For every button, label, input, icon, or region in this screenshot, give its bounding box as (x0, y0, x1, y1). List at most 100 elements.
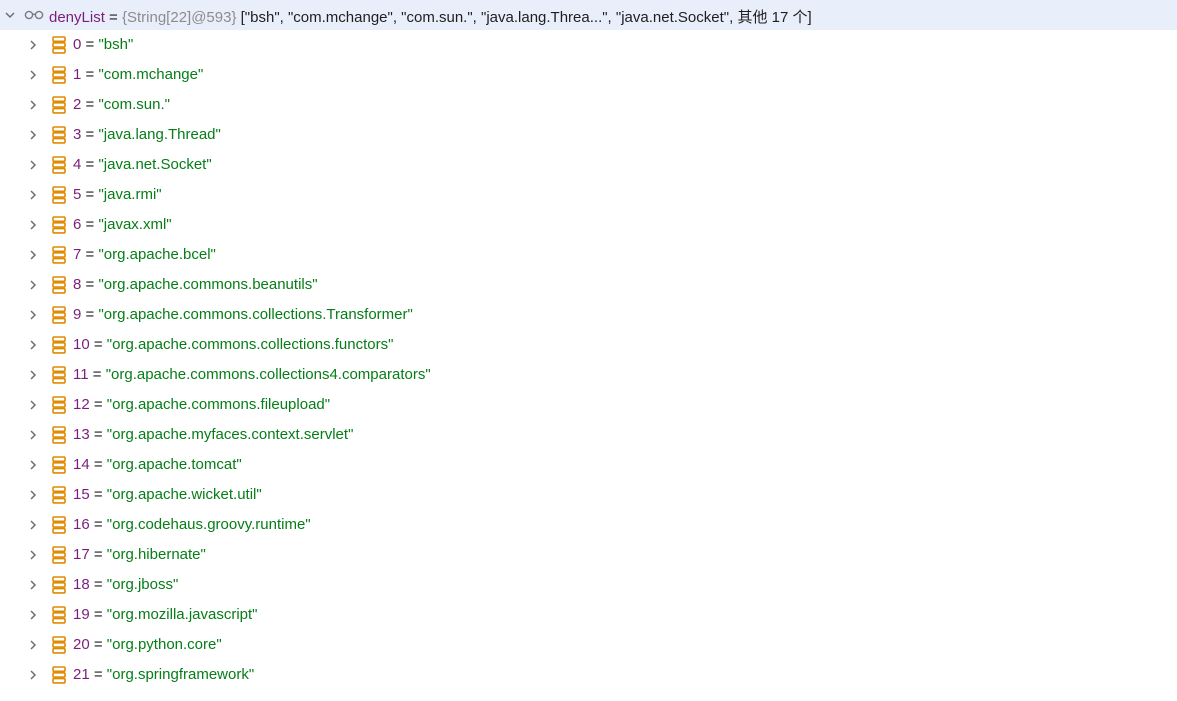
equals-sign: = (104, 9, 122, 26)
chevron-right-icon[interactable] (27, 609, 39, 621)
element-text: 18 = "org.jboss" (73, 576, 178, 593)
element-index: 21 (73, 666, 90, 683)
element-value: "org.python.core" (106, 636, 222, 653)
element-text: 21 = "org.springframework" (73, 666, 254, 683)
element-value: "org.apache.commons.collections4.compara… (105, 366, 431, 383)
chevron-right-icon[interactable] (27, 519, 39, 531)
element-value: "bsh" (98, 36, 134, 53)
element-index: 19 (73, 606, 90, 623)
element-value: "org.hibernate" (106, 546, 206, 563)
array-element-row[interactable]: 10 = "org.apache.commons.collections.fun… (0, 330, 1177, 360)
chevron-right-icon[interactable] (27, 309, 39, 321)
chevron-right-icon[interactable] (27, 459, 39, 471)
chevron-right-icon[interactable] (27, 399, 39, 411)
chevron-right-icon[interactable] (27, 219, 39, 231)
chevron-right-icon[interactable] (27, 39, 39, 51)
array-element-row[interactable]: 17 = "org.hibernate" (0, 540, 1177, 570)
element-text: 14 = "org.apache.tomcat" (73, 456, 242, 473)
equals-sign: = (89, 516, 107, 533)
chevron-right-icon[interactable] (27, 489, 39, 501)
value-summary: ["bsh", "com.mchange", "com.sun.", "java… (236, 9, 812, 26)
chevron-right-icon[interactable] (27, 279, 39, 291)
array-element-row[interactable]: 2 = "com.sun." (0, 90, 1177, 120)
array-element-row[interactable]: 3 = "java.lang.Thread" (0, 120, 1177, 150)
equals-sign: = (89, 486, 107, 503)
element-value: "java.lang.Thread" (98, 126, 221, 143)
chevron-right-icon[interactable] (27, 249, 39, 261)
element-index: 14 (73, 456, 90, 473)
chevron-right-icon[interactable] (27, 429, 39, 441)
element-value: "org.apache.commons.collections.functors… (106, 336, 394, 353)
element-value: "com.sun." (98, 96, 170, 113)
array-element-row[interactable]: 6 = "javax.xml" (0, 210, 1177, 240)
chevron-right-icon[interactable] (27, 189, 39, 201)
array-element-row[interactable]: 20 = "org.python.core" (0, 630, 1177, 660)
element-index: 18 (73, 576, 90, 593)
element-text: 8 = "org.apache.commons.beanutils" (73, 276, 318, 293)
array-element-row[interactable]: 15 = "org.apache.wicket.util" (0, 480, 1177, 510)
chevron-right-icon[interactable] (27, 669, 39, 681)
array-element-row[interactable]: 0 = "bsh" (0, 30, 1177, 60)
array-element-row[interactable]: 7 = "org.apache.bcel" (0, 240, 1177, 270)
variable-row-denylist[interactable]: denyList = {String[22]@593} ["bsh", "com… (0, 0, 1177, 30)
array-element-icon (52, 126, 66, 144)
array-element-icon (52, 246, 66, 264)
element-value: "org.apache.commons.fileupload" (106, 396, 331, 413)
type-reference: {String[22]@593} (121, 9, 237, 26)
chevron-right-icon[interactable] (27, 159, 39, 171)
element-index: 13 (73, 426, 90, 443)
element-index: 12 (73, 396, 90, 413)
array-element-icon (52, 66, 66, 84)
element-text: 20 = "org.python.core" (73, 636, 222, 653)
array-element-row[interactable]: 13 = "org.apache.myfaces.context.servlet… (0, 420, 1177, 450)
array-element-icon (52, 456, 66, 474)
equals-sign: = (89, 456, 107, 473)
chevron-right-icon[interactable] (27, 639, 39, 651)
equals-sign: = (81, 156, 99, 173)
equals-sign: = (81, 126, 99, 143)
array-element-row[interactable]: 5 = "java.rmi" (0, 180, 1177, 210)
equals-sign: = (89, 546, 107, 563)
array-element-icon (52, 276, 66, 294)
array-element-row[interactable]: 1 = "com.mchange" (0, 60, 1177, 90)
array-element-row[interactable]: 16 = "org.codehaus.groovy.runtime" (0, 510, 1177, 540)
array-element-icon (52, 306, 66, 324)
array-element-icon (52, 636, 66, 654)
element-index: 15 (73, 486, 90, 503)
array-element-row[interactable]: 18 = "org.jboss" (0, 570, 1177, 600)
chevron-right-icon[interactable] (27, 129, 39, 141)
array-element-row[interactable]: 9 = "org.apache.commons.collections.Tran… (0, 300, 1177, 330)
element-value: "org.springframework" (106, 666, 255, 683)
chevron-down-icon[interactable] (4, 9, 16, 21)
partially-visible-row (0, 686, 1177, 701)
element-text: 6 = "javax.xml" (73, 216, 172, 233)
array-element-row[interactable]: 4 = "java.net.Socket" (0, 150, 1177, 180)
equals-sign: = (81, 306, 99, 323)
chevron-right-icon[interactable] (27, 99, 39, 111)
element-text: 7 = "org.apache.bcel" (73, 246, 216, 263)
array-element-row[interactable]: 14 = "org.apache.tomcat" (0, 450, 1177, 480)
element-text: 4 = "java.net.Socket" (73, 156, 212, 173)
chevron-right-icon[interactable] (27, 549, 39, 561)
equals-sign: = (81, 186, 99, 203)
variable-name: denyList (49, 9, 105, 26)
array-element-row[interactable]: 19 = "org.mozilla.javascript" (0, 600, 1177, 630)
array-element-row[interactable]: 8 = "org.apache.commons.beanutils" (0, 270, 1177, 300)
equals-sign: = (89, 426, 107, 443)
element-index: 10 (73, 336, 90, 353)
array-element-icon (52, 666, 66, 684)
element-text: 1 = "com.mchange" (73, 66, 203, 83)
equals-sign: = (81, 216, 99, 233)
element-value: "org.apache.myfaces.context.servlet" (106, 426, 354, 443)
chevron-right-icon[interactable] (27, 369, 39, 381)
element-text: 11 = "org.apache.commons.collections4.co… (73, 366, 431, 383)
array-element-row[interactable]: 12 = "org.apache.commons.fileupload" (0, 390, 1177, 420)
chevron-right-icon[interactable] (27, 339, 39, 351)
array-element-row[interactable]: 11 = "org.apache.commons.collections4.co… (0, 360, 1177, 390)
chevron-right-icon[interactable] (27, 579, 39, 591)
element-index: 16 (73, 516, 90, 533)
equals-sign: = (89, 666, 107, 683)
array-element-icon (52, 546, 66, 564)
array-element-icon (52, 36, 66, 54)
chevron-right-icon[interactable] (27, 69, 39, 81)
